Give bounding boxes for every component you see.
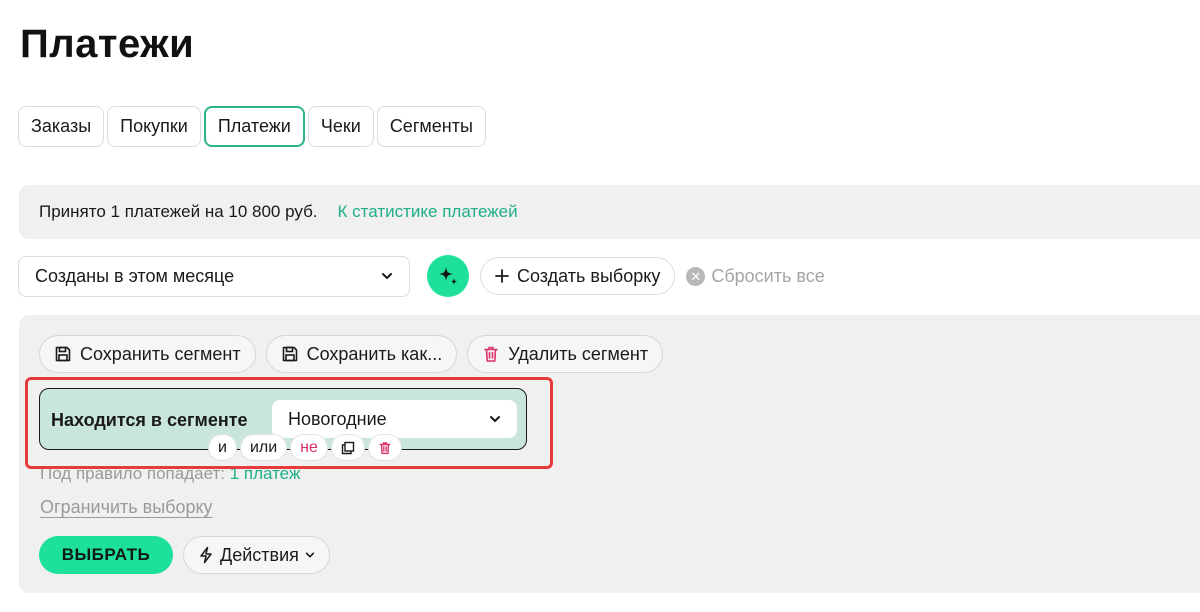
tab-bar: Заказы Покупки Платежи Чеки Сегменты [18, 106, 486, 147]
page-title: Платежи [20, 22, 195, 66]
close-circle-icon: ✕ [686, 266, 706, 286]
segment-actions: Сохранить сегмент Сохранить как... Удали… [39, 335, 664, 373]
ai-assistant-button[interactable] [427, 255, 469, 297]
and-operator-button[interactable]: и [208, 434, 237, 461]
period-select[interactable]: Созданы в этом месяце [18, 255, 410, 297]
floppy-disk-icon [55, 346, 71, 362]
segment-select-value: Новогодние [288, 408, 387, 429]
chevron-down-icon [382, 273, 392, 279]
save-as-button[interactable]: Сохранить как... [265, 335, 458, 373]
payments-stats-bar: Принято 1 платежей на 10 800 руб. К стат… [19, 185, 1200, 239]
chevron-down-icon [490, 416, 500, 422]
chevron-down-icon [305, 552, 315, 558]
sparkle-icon [439, 267, 457, 285]
trash-icon [484, 346, 499, 362]
save-segment-button[interactable]: Сохранить сегмент [39, 335, 256, 373]
lightning-icon [200, 546, 212, 564]
select-button[interactable]: ВЫБРАТЬ [39, 536, 173, 574]
trash-icon [379, 441, 391, 454]
delete-segment-label: Удалить сегмент [508, 343, 649, 364]
reset-all-button[interactable]: ✕ Сбросить все [686, 265, 825, 287]
create-selection-label: Создать выборку [517, 265, 661, 286]
save-segment-label: Сохранить сегмент [80, 343, 241, 364]
rule-label: Находится в сегменте [51, 410, 248, 430]
actions-dropdown-button[interactable]: Действия [183, 536, 330, 574]
or-operator-button[interactable]: или [239, 434, 288, 461]
actions-label: Действия [220, 544, 299, 565]
delete-segment-button[interactable]: Удалить сегмент [467, 335, 664, 373]
reset-all-label: Сбросить все [711, 265, 825, 286]
filter-row: Созданы в этом месяце Создать выборку ✕ … [18, 255, 825, 297]
rule-operators: и или не [208, 434, 402, 461]
tab-payments[interactable]: Платежи [203, 106, 305, 147]
segment-select[interactable]: Новогодние [272, 400, 517, 438]
plus-icon [495, 269, 509, 283]
payments-stats-link[interactable]: К статистике платежей [338, 202, 518, 222]
payments-summary: Принято 1 платежей на 10 800 руб. [39, 202, 318, 221]
create-selection-button[interactable]: Создать выборку [480, 257, 676, 295]
period-select-value: Созданы в этом месяце [35, 265, 235, 286]
save-as-label: Сохранить как... [306, 343, 443, 364]
limit-selection-link[interactable]: Ограничить выборку [40, 497, 213, 518]
tab-receipts[interactable]: Чеки [307, 106, 374, 147]
floppy-disk-icon [282, 346, 297, 362]
duplicate-rule-button[interactable] [330, 434, 365, 461]
delete-rule-button[interactable] [367, 434, 402, 461]
tab-purchases[interactable]: Покупки [107, 106, 201, 147]
copy-icon [341, 441, 355, 454]
tab-segments[interactable]: Сегменты [376, 106, 486, 147]
tab-orders[interactable]: Заказы [18, 106, 105, 147]
not-operator-button[interactable]: не [290, 434, 328, 461]
